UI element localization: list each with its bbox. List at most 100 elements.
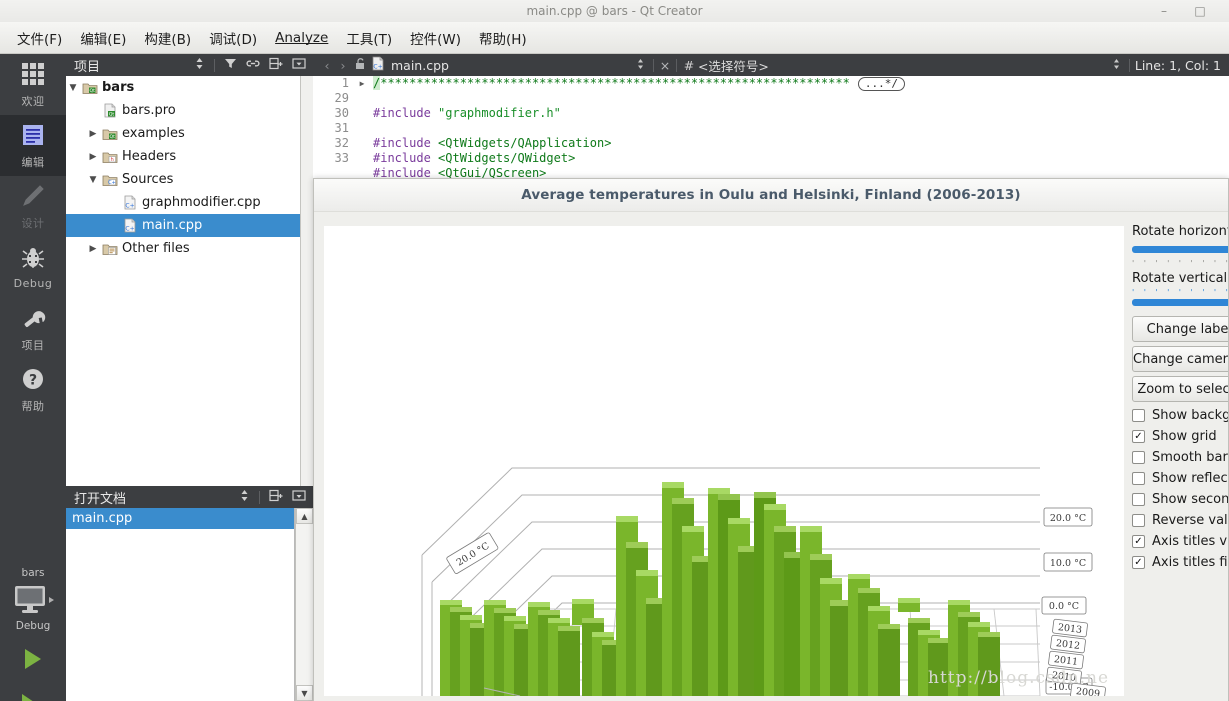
dropdown-icon[interactable] bbox=[292, 489, 306, 506]
bar-graph-3d[interactable]: 20.0 °C 10.0 °C 0.0 °C -10.0 °C 2013 201… bbox=[324, 226, 1124, 696]
tree-item-examples[interactable]: ▶ Qt examples bbox=[66, 122, 301, 145]
smooth-bars-checkbox[interactable]: Smooth bars bbox=[1132, 450, 1228, 465]
code-text: <QtWidgets/QWidget> bbox=[438, 151, 576, 165]
mode-edit[interactable]: 编辑 bbox=[0, 115, 66, 176]
mode-design[interactable]: 设计 bbox=[0, 176, 66, 237]
twisty-right-icon[interactable]: ▶ bbox=[86, 244, 100, 254]
project-tree-scrollbar[interactable] bbox=[300, 76, 313, 486]
zoom-to-selected-bar-button[interactable]: Zoom to selected bar bbox=[1132, 376, 1228, 402]
maximize-button[interactable]: □ bbox=[1183, 0, 1217, 22]
rotate-vertical-slider[interactable] bbox=[1132, 294, 1228, 312]
show-background-checkbox[interactable]: Show background bbox=[1132, 408, 1228, 423]
tree-label: Other files bbox=[122, 241, 190, 256]
menu-analyze[interactable]: Analyze bbox=[266, 27, 337, 49]
split-add-icon[interactable] bbox=[269, 489, 283, 506]
cpp-file-icon: C+ bbox=[120, 218, 139, 233]
value-axis-title: 20.0 °C bbox=[446, 532, 499, 574]
mode-help[interactable]: ? 帮助 bbox=[0, 359, 66, 420]
file-dropdown-icon[interactable] bbox=[634, 58, 648, 73]
checkbox-box[interactable] bbox=[1132, 472, 1145, 485]
change-label-style-button[interactable]: Change label style bbox=[1132, 316, 1228, 342]
tree-item-bars-pro[interactable]: Qt bars.pro bbox=[66, 99, 301, 122]
show-grid-checkbox[interactable]: ✓ Show grid bbox=[1132, 429, 1228, 444]
scroll-up-button[interactable]: ▲ bbox=[296, 508, 313, 524]
code-area[interactable]: 1 ▶ /***********************************… bbox=[313, 76, 1229, 186]
mode-help-label: 帮助 bbox=[21, 399, 45, 413]
rotate-horizontal-slider[interactable] bbox=[1132, 241, 1228, 259]
checkbox-box[interactable] bbox=[1132, 451, 1145, 464]
code-line: 1 ▶ /***********************************… bbox=[313, 76, 1229, 91]
menu-tools[interactable]: 工具(T) bbox=[337, 25, 401, 51]
tree-item-main-cpp[interactable]: C+ main.cpp bbox=[66, 214, 301, 237]
project-tree[interactable]: ▼ Qt bars Qt bars.pro ▶ Qt examples ▶ h … bbox=[66, 76, 302, 486]
fold-marker-none bbox=[355, 121, 369, 136]
mode-welcome[interactable]: 欢迎 bbox=[0, 54, 66, 115]
collapse-icon[interactable] bbox=[292, 57, 306, 74]
forward-icon[interactable]: › bbox=[335, 58, 351, 73]
bar-graph-svg[interactable]: 20.0 °C 10.0 °C 0.0 °C -10.0 °C 2013 201… bbox=[324, 226, 1124, 696]
scroll-down-button[interactable]: ▼ bbox=[296, 685, 313, 701]
open-documents-list[interactable]: main.cpp bbox=[66, 508, 295, 701]
start-debugging-button[interactable] bbox=[0, 683, 66, 701]
checkbox-box[interactable]: ✓ bbox=[1132, 556, 1145, 569]
twisty-right-icon[interactable]: ▶ bbox=[86, 129, 100, 139]
kit-target-box[interactable]: Debug bbox=[0, 579, 66, 637]
checkbox-box[interactable]: ✓ bbox=[1132, 430, 1145, 443]
checkbox-box[interactable] bbox=[1132, 493, 1145, 506]
menu-help[interactable]: 帮助(H) bbox=[470, 25, 536, 51]
axis-titles-visible-checkbox[interactable]: ✓ Axis titles visible bbox=[1132, 534, 1228, 549]
projects-panel-title: 项目 bbox=[74, 59, 101, 75]
fold-ellipsis[interactable]: ...*/ bbox=[857, 77, 905, 91]
menu-file[interactable]: 文件(F) bbox=[8, 25, 71, 51]
sync-sort-icon[interactable] bbox=[239, 489, 250, 506]
symbol-dropdown-icon[interactable] bbox=[1110, 58, 1124, 73]
twisty-right-icon[interactable]: ▶ bbox=[86, 152, 100, 162]
minimize-button[interactable]: – bbox=[1147, 0, 1181, 22]
sync-sort-icon[interactable] bbox=[194, 57, 205, 74]
checkbox-label: Axis titles fixed bbox=[1152, 555, 1228, 570]
open-documents-scrollbar[interactable]: ▲ ▼ bbox=[295, 508, 313, 701]
checkbox-box[interactable]: ✓ bbox=[1132, 535, 1145, 548]
pencil-icon bbox=[20, 183, 46, 212]
tree-item-headers[interactable]: ▶ h Headers bbox=[66, 145, 301, 168]
tree-item-graphmodifier-cpp[interactable]: C+ graphmodifier.cpp bbox=[66, 191, 301, 214]
tree-item-other-files[interactable]: ▶ Other files bbox=[66, 237, 301, 260]
mode-projects[interactable]: 项目 bbox=[0, 298, 66, 359]
kit-selector[interactable]: bars Debug bbox=[0, 559, 66, 701]
symbol-selector[interactable]: <选择符号> bbox=[696, 56, 769, 75]
show-reflections-checkbox[interactable]: Show reflections bbox=[1132, 471, 1228, 486]
change-camera-preset-button[interactable]: Change camera preset bbox=[1132, 346, 1228, 372]
link-icon[interactable] bbox=[246, 57, 260, 74]
reverse-value-axis-checkbox[interactable]: Reverse value axis bbox=[1132, 513, 1228, 528]
grid-icon bbox=[20, 61, 46, 90]
menu-window[interactable]: 控件(W) bbox=[401, 25, 470, 51]
back-icon[interactable]: ‹ bbox=[319, 58, 335, 73]
tree-item-bars[interactable]: ▼ Qt bars bbox=[66, 76, 301, 99]
chart-window-body: 20.0 °C 10.0 °C 0.0 °C -10.0 °C 2013 201… bbox=[314, 212, 1228, 701]
show-second-series-checkbox[interactable]: Show second series bbox=[1132, 492, 1228, 507]
unlocked-icon[interactable] bbox=[351, 57, 369, 73]
filter-icon[interactable] bbox=[224, 57, 237, 74]
run-button[interactable] bbox=[0, 637, 66, 683]
axis-titles-fixed-checkbox[interactable]: ✓ Axis titles fixed bbox=[1132, 555, 1228, 570]
checkbox-box[interactable] bbox=[1132, 409, 1145, 422]
twisty-down-icon[interactable]: ▼ bbox=[66, 83, 80, 93]
twisty-down-icon[interactable]: ▼ bbox=[86, 175, 100, 185]
menu-build[interactable]: 构建(B) bbox=[135, 25, 200, 51]
open-document-item[interactable]: main.cpp bbox=[66, 508, 294, 529]
checkbox-label: Show grid bbox=[1152, 429, 1217, 444]
mode-debug[interactable]: Debug bbox=[0, 237, 66, 298]
code-text: "graphmodifier.h" bbox=[438, 106, 561, 120]
fold-marker-none bbox=[355, 136, 369, 151]
fold-marker-icon[interactable]: ▶ bbox=[355, 76, 369, 91]
bar-series-row bbox=[440, 482, 1000, 696]
close-icon[interactable]: × bbox=[659, 58, 671, 73]
split-add-icon[interactable] bbox=[269, 57, 283, 74]
checkbox-label: Show reflections bbox=[1152, 471, 1228, 486]
menu-edit[interactable]: 编辑(E) bbox=[71, 25, 135, 51]
tree-label: bars bbox=[102, 80, 135, 95]
tree-item-sources[interactable]: ▼ C+ Sources bbox=[66, 168, 301, 191]
editor-filename[interactable]: main.cpp bbox=[387, 58, 449, 73]
menu-debug[interactable]: 调试(D) bbox=[200, 25, 266, 51]
checkbox-box[interactable] bbox=[1132, 514, 1145, 527]
